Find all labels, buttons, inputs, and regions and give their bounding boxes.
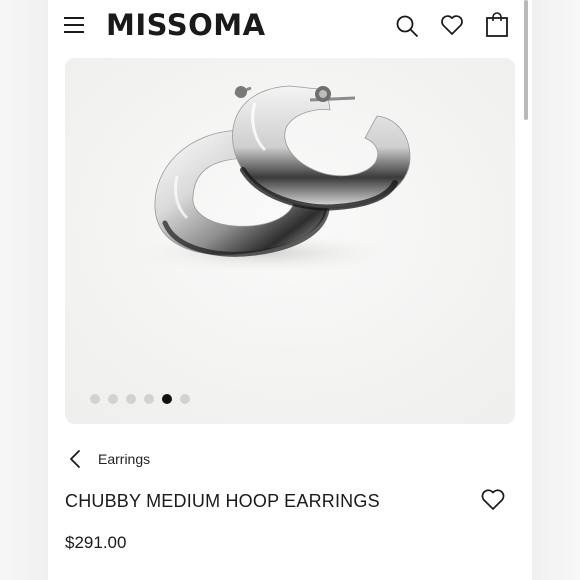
favorite-heart-icon[interactable] <box>480 488 506 512</box>
product-image-carousel[interactable] <box>65 58 515 424</box>
site-header: MISSOMA <box>48 0 532 52</box>
product-page: MISSOMA Earrings CHUBBY MEDIUM HOOP EARR… <box>48 0 532 580</box>
wishlist-heart-icon[interactable] <box>440 13 464 37</box>
left-backdrop <box>0 0 48 580</box>
right-backdrop <box>532 0 580 580</box>
carousel-dot[interactable] <box>108 394 118 404</box>
carousel-dots <box>90 394 190 404</box>
scrollbar[interactable] <box>524 0 528 120</box>
carousel-dot[interactable] <box>144 394 154 404</box>
chevron-left-icon <box>70 450 80 468</box>
product-price: $291.00 <box>65 533 127 552</box>
carousel-dot[interactable] <box>90 394 100 404</box>
carousel-dot-active[interactable] <box>162 394 172 404</box>
product-title: CHUBBY MEDIUM HOOP EARRINGS <box>65 491 380 511</box>
hamburger-menu-icon[interactable] <box>63 14 85 36</box>
breadcrumb-label[interactable]: Earrings <box>98 451 150 467</box>
brand-logo[interactable]: MISSOMA <box>106 6 266 44</box>
carousel-dot[interactable] <box>126 394 136 404</box>
product-image <box>65 58 515 424</box>
shopping-bag-icon[interactable] <box>485 12 509 38</box>
search-icon[interactable] <box>395 14 419 38</box>
carousel-dot[interactable] <box>180 394 190 404</box>
breadcrumb[interactable]: Earrings <box>68 448 150 470</box>
